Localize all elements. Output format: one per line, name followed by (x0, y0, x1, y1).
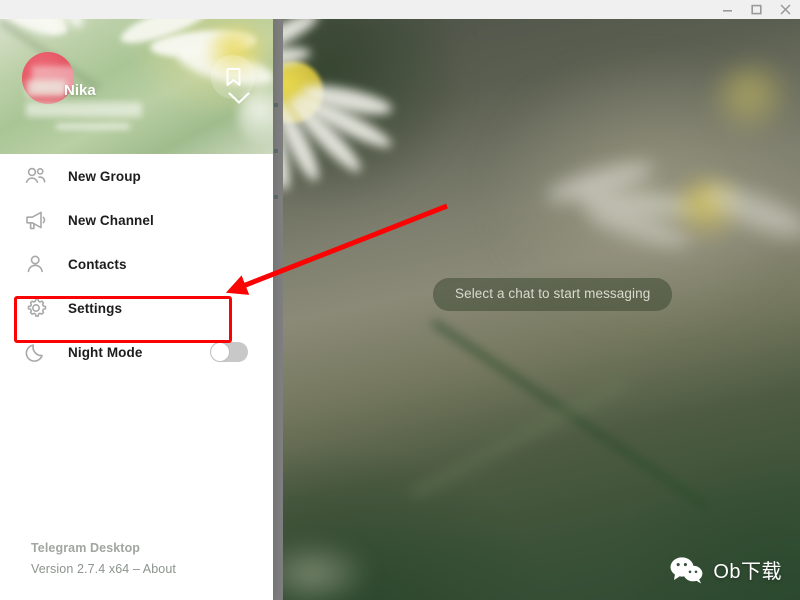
account-header[interactable]: Nika (0, 19, 273, 154)
menu-footer: Telegram Desktop Version 2.7.4 x64 – Abo… (31, 541, 176, 576)
phone-redaction (26, 102, 142, 117)
account-name-row[interactable]: Nika (0, 78, 273, 136)
menu-item-label: Contacts (68, 256, 127, 272)
menu-item-contacts[interactable]: Contacts (0, 242, 273, 286)
chat-list-item-marker (274, 195, 278, 199)
menu-item-new-channel[interactable]: New Channel (0, 198, 273, 242)
daisy-center-icon (713, 65, 793, 135)
window-titlebar (0, 0, 800, 19)
chat-list-item-marker (274, 103, 278, 107)
person-icon (24, 253, 56, 276)
account-name: Nika (64, 82, 96, 99)
menu-item-label: Night Mode (68, 344, 143, 360)
menu-item-label: New Channel (68, 212, 154, 228)
settings-highlight-box (14, 296, 232, 343)
app-name-label: Telegram Desktop (31, 541, 141, 555)
version-about-link[interactable]: Version 2.7.4 x64 – About (31, 562, 176, 576)
menu-item-label: New Group (68, 168, 141, 184)
maximize-button[interactable] (742, 0, 771, 19)
chat-list-item-marker (274, 149, 278, 153)
chevron-down-icon[interactable] (227, 86, 251, 110)
close-button[interactable] (771, 0, 800, 19)
watermark-text: Ob下载 (713, 561, 782, 583)
megaphone-icon (24, 209, 56, 232)
watermark: Ob下载 (670, 555, 782, 584)
flower-stem-secondary (410, 376, 628, 499)
wechat-icon (670, 556, 704, 584)
menu-item-new-group[interactable]: New Group (0, 154, 273, 198)
daisy-blur (283, 539, 373, 600)
moon-icon (24, 341, 56, 364)
minimize-button[interactable] (713, 0, 742, 19)
empty-chat-message: Select a chat to start messaging (433, 278, 673, 311)
night-mode-toggle[interactable] (210, 342, 248, 362)
name-redaction (26, 80, 66, 97)
toggle-knob (211, 343, 229, 361)
chat-list-strip[interactable] (273, 19, 283, 600)
underline-redaction (56, 124, 130, 129)
people-icon (24, 165, 56, 188)
